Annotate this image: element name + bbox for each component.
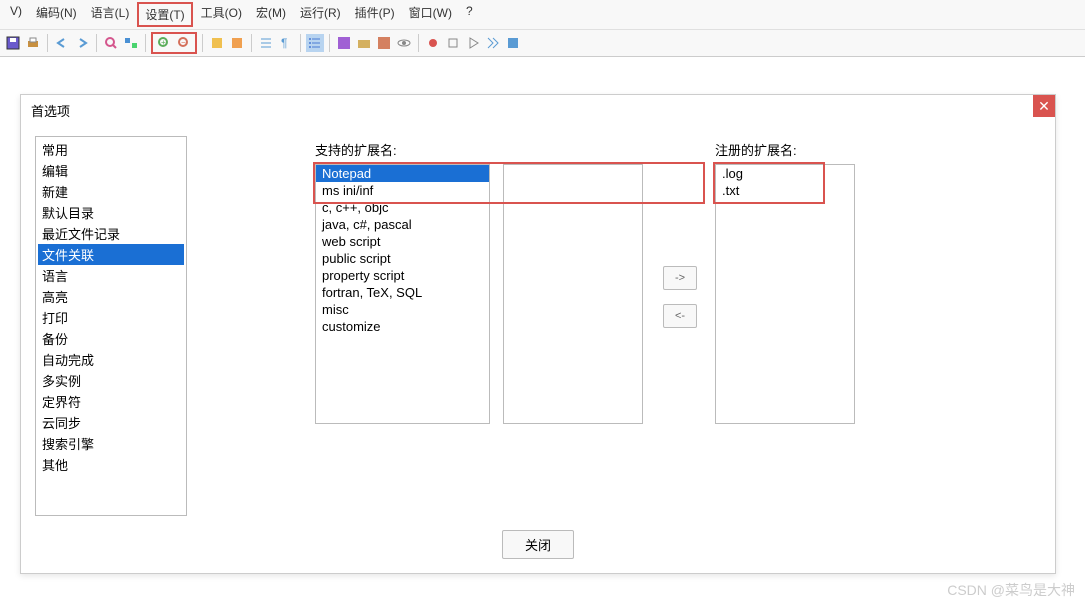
list-item[interactable]: web script [316,233,489,250]
save-icon[interactable] [4,34,22,52]
separator [96,34,97,52]
list-item[interactable]: java, c#, pascal [316,216,489,233]
preferences-dialog: 首选项 ✕ 常用编辑新建默认目录最近文件记录文件关联语言高亮打印备份自动完成多实… [20,94,1056,574]
category-item[interactable]: 新建 [38,181,184,202]
wrap-icon[interactable] [228,34,246,52]
category-item[interactable]: 默认目录 [38,202,184,223]
list-item[interactable]: c, c++, objc [316,199,489,216]
separator [300,34,301,52]
separator [251,34,252,52]
category-item[interactable]: 打印 [38,307,184,328]
list-item[interactable]: .log [716,165,854,182]
dialog-title: 首选项 ✕ [21,95,1055,126]
play-icon[interactable] [464,34,482,52]
menu-item-macro[interactable]: 宏(M) [250,2,292,27]
separator [418,34,419,52]
category-item[interactable]: 多实例 [38,370,184,391]
close-button[interactable]: 关闭 [502,530,574,559]
menu-item-plugins[interactable]: 插件(P) [349,2,401,27]
separator [329,34,330,52]
category-item[interactable]: 高亮 [38,286,184,307]
find-icon[interactable] [102,34,120,52]
svg-text:−: − [181,38,186,47]
list-item[interactable]: property script [316,267,489,284]
close-icon[interactable]: ✕ [1033,95,1055,117]
middle-extensions-list[interactable] [503,164,643,424]
file-association-panel: 支持的扩展名: 注册的扩展名: Notepadms ini/infc, c++,… [205,136,1041,526]
svg-text:¶: ¶ [281,36,287,50]
indent-icon[interactable] [257,34,275,52]
separator [202,34,203,52]
list-item[interactable]: misc [316,301,489,318]
menu-bar: V) 编码(N) 语言(L) 设置(T) 工具(O) 宏(M) 运行(R) 插件… [0,0,1085,30]
sync-icon[interactable] [208,34,226,52]
registered-label: 注册的扩展名: [715,140,797,159]
zoom-group-highlight: + − [151,32,197,54]
list-item[interactable]: fortran, TeX, SQL [316,284,489,301]
category-item[interactable]: 定界符 [38,391,184,412]
save-macro-icon[interactable] [504,34,522,52]
eye-icon[interactable] [395,34,413,52]
category-item[interactable]: 文件关联 [38,244,184,265]
category-list[interactable]: 常用编辑新建默认目录最近文件记录文件关联语言高亮打印备份自动完成多实例定界符云同… [35,136,187,516]
dialog-title-text: 首选项 [31,104,70,119]
record-icon[interactable] [424,34,442,52]
menu-item-v[interactable]: V) [4,2,28,27]
category-item[interactable]: 云同步 [38,412,184,433]
function-icon[interactable] [335,34,353,52]
menu-item-help[interactable]: ? [460,2,479,27]
svg-text:+: + [161,38,166,47]
supported-extensions-list[interactable]: Notepadms ini/infc, c++, objcjava, c#, p… [315,164,490,424]
zoom-in-icon[interactable]: + [155,34,173,52]
category-item[interactable]: 常用 [38,139,184,160]
supported-label: 支持的扩展名: [315,140,397,159]
list-item[interactable]: customize [316,318,489,335]
menu-item-window[interactable]: 窗口(W) [403,2,458,27]
category-item[interactable]: 搜索引擎 [38,433,184,454]
dialog-body: 常用编辑新建默认目录最近文件记录文件关联语言高亮打印备份自动完成多实例定界符云同… [21,126,1055,536]
list-item[interactable]: .txt [716,182,854,199]
separator [145,34,146,52]
menu-item-language[interactable]: 语言(L) [85,2,136,27]
toolbar: + − ¶ [0,30,1085,57]
category-item[interactable]: 编辑 [38,160,184,181]
move-left-button[interactable]: <- [663,304,697,328]
folder-icon[interactable] [355,34,373,52]
menu-item-settings[interactable]: 设置(T) [137,2,192,27]
redo-icon[interactable] [73,34,91,52]
category-item[interactable]: 备份 [38,328,184,349]
replace-icon[interactable] [122,34,140,52]
watermark: CSDN @菜鸟是大神 [947,580,1075,600]
paragraph-icon[interactable]: ¶ [277,34,295,52]
category-item[interactable]: 语言 [38,265,184,286]
list-item[interactable]: Notepad [316,165,489,182]
list-icon[interactable] [306,34,324,52]
fast-forward-icon[interactable] [484,34,502,52]
category-item[interactable]: 最近文件记录 [38,223,184,244]
zoom-out-icon[interactable]: − [175,34,193,52]
registered-extensions-list[interactable]: .log.txt [715,164,855,424]
print-icon[interactable] [24,34,42,52]
stop-icon[interactable] [444,34,462,52]
list-item[interactable]: ms ini/inf [316,182,489,199]
separator [47,34,48,52]
category-item[interactable]: 自动完成 [38,349,184,370]
category-item[interactable]: 其他 [38,454,184,475]
menu-item-encoding[interactable]: 编码(N) [30,2,83,27]
list-item[interactable]: public script [316,250,489,267]
move-right-button[interactable]: -> [663,266,697,290]
undo-icon[interactable] [53,34,71,52]
menu-item-tools[interactable]: 工具(O) [195,2,248,27]
doc-map-icon[interactable] [375,34,393,52]
menu-item-run[interactable]: 运行(R) [294,2,347,27]
